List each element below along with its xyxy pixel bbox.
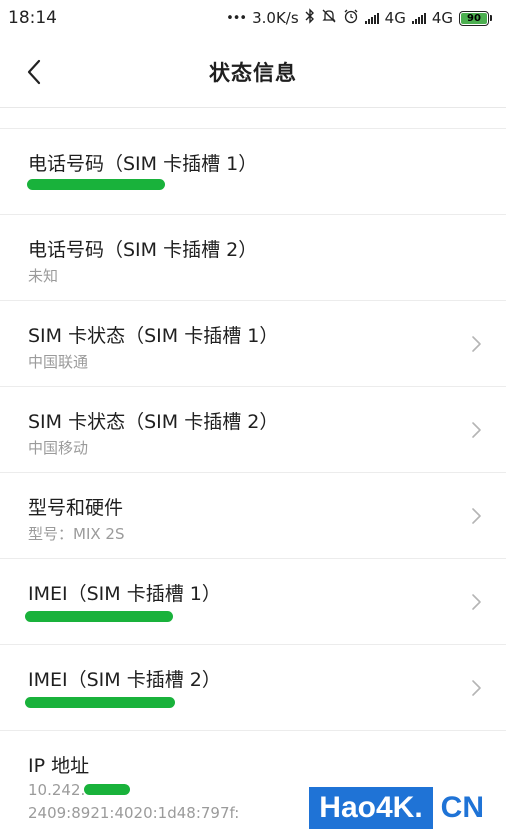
chevron-right-icon xyxy=(472,508,481,524)
list-item-value: 未知 xyxy=(28,267,59,285)
list-item-sim-status-sim2[interactable]: SIM 卡状态（SIM 卡插槽 2） 中国移动 xyxy=(0,387,506,473)
list-item-value: 中国联通 xyxy=(28,353,89,371)
list-item-title: IMEI（SIM 卡插槽 1） xyxy=(28,583,221,605)
list-item-value: 10.242. xyxy=(28,781,86,799)
status-icons: ••• 3.0K/s 4G 4G 90 xyxy=(226,8,492,28)
network-type-sim1: 4G xyxy=(384,9,406,27)
chevron-left-icon xyxy=(27,59,41,85)
bluetooth-icon xyxy=(305,8,315,28)
status-time: 18:14 xyxy=(8,8,57,28)
watermark-logo: Hao4K. CN xyxy=(309,787,492,829)
list-item-phone-number-sim2[interactable]: 电话号码（SIM 卡插槽 2） 未知 xyxy=(0,215,506,301)
redaction-mark xyxy=(84,784,130,795)
more-notifications-icon: ••• xyxy=(226,10,247,26)
list-item-sim-status-sim1[interactable]: SIM 卡状态（SIM 卡插槽 1） 中国联通 xyxy=(0,301,506,387)
signal-icon-sim2 xyxy=(411,12,426,24)
list-item-title: 电话号码（SIM 卡插槽 2） xyxy=(28,239,258,261)
list-item-title: 型号和硬件 xyxy=(28,497,124,519)
redaction-mark xyxy=(27,179,165,190)
list-item-title: 电话号码（SIM 卡插槽 1） xyxy=(28,153,258,175)
list-item-title: IMEI（SIM 卡插槽 2） xyxy=(28,669,221,691)
mute-icon xyxy=(321,8,337,28)
list-item-title: SIM 卡状态（SIM 卡插槽 2） xyxy=(28,411,279,433)
list-item-title: SIM 卡状态（SIM 卡插槽 1） xyxy=(28,325,279,347)
list-item-model-hardware[interactable]: 型号和硬件 型号：MIX 2S xyxy=(0,473,506,559)
battery-level: 90 xyxy=(461,12,487,24)
redaction-mark xyxy=(25,611,173,622)
chevron-right-icon xyxy=(472,336,481,352)
list-item-imei-sim1[interactable]: IMEI（SIM 卡插槽 1） xyxy=(0,559,506,645)
status-info-list: 电话号码（SIM 卡插槽 1） 电话号码（SIM 卡插槽 2） 未知 SIM 卡… xyxy=(0,128,506,837)
page-title: 状态信息 xyxy=(209,60,297,85)
list-item-value: 型号：MIX 2S xyxy=(28,525,125,543)
list-item-value-ipv6: 2409:8921:4020:1d48:797f: xyxy=(28,804,240,822)
app-header: 状态信息 xyxy=(0,36,506,108)
alarm-icon xyxy=(343,8,359,28)
list-item-phone-number-sim1[interactable]: 电话号码（SIM 卡插槽 1） xyxy=(0,129,506,215)
watermark-tld-text: CN xyxy=(440,791,484,824)
chevron-right-icon xyxy=(472,680,481,696)
battery-icon: 90 xyxy=(459,10,492,26)
redaction-mark xyxy=(25,697,175,708)
list-item-title: IP 地址 xyxy=(28,755,90,777)
signal-icon-sim1 xyxy=(364,12,379,24)
list-item-value: 中国移动 xyxy=(28,439,89,457)
back-button[interactable] xyxy=(18,56,50,88)
network-type-sim2: 4G xyxy=(431,9,453,27)
watermark-main-text: Hao4K. xyxy=(309,787,433,829)
list-item-imei-sim2[interactable]: IMEI（SIM 卡插槽 2） xyxy=(0,645,506,731)
chevron-right-icon xyxy=(472,594,481,610)
status-bar: 18:14 ••• 3.0K/s 4G 4G 90 xyxy=(0,0,506,36)
chevron-right-icon xyxy=(472,422,481,438)
network-speed: 3.0K/s xyxy=(252,9,299,27)
